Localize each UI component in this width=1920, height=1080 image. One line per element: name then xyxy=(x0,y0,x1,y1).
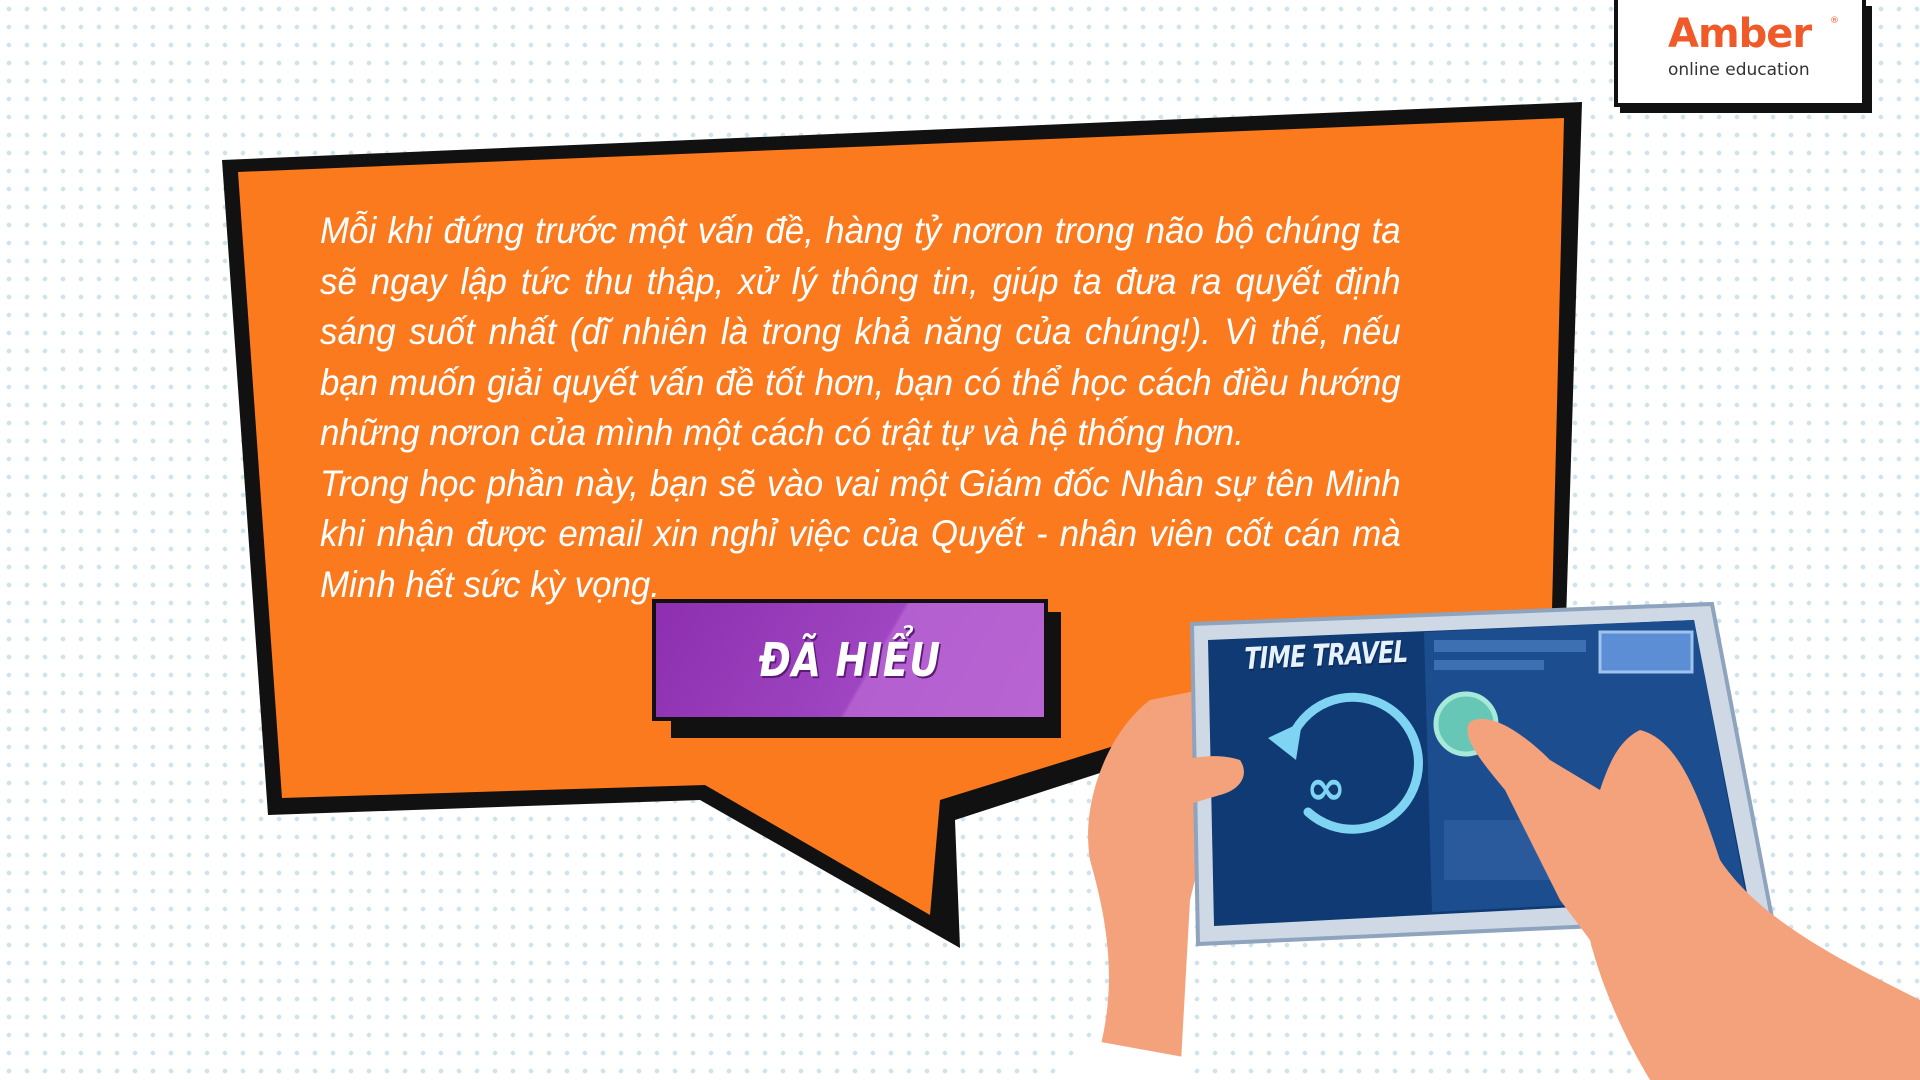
screen-window xyxy=(1598,630,1694,674)
screen-bar xyxy=(1434,660,1544,670)
logo-wordmark: Amber xyxy=(1668,11,1812,57)
tablet-illustration xyxy=(1060,601,1920,1080)
time-travel-title: TIME TRAVEL xyxy=(1244,634,1408,677)
logo-tagline: online education xyxy=(1668,60,1810,80)
logo-registered-mark: ® xyxy=(1830,16,1839,26)
infinity-icon: ∞ xyxy=(1306,760,1346,816)
amber-logo[interactable]: Amber ® online education xyxy=(1614,0,1866,107)
screen-bar xyxy=(1434,640,1586,652)
